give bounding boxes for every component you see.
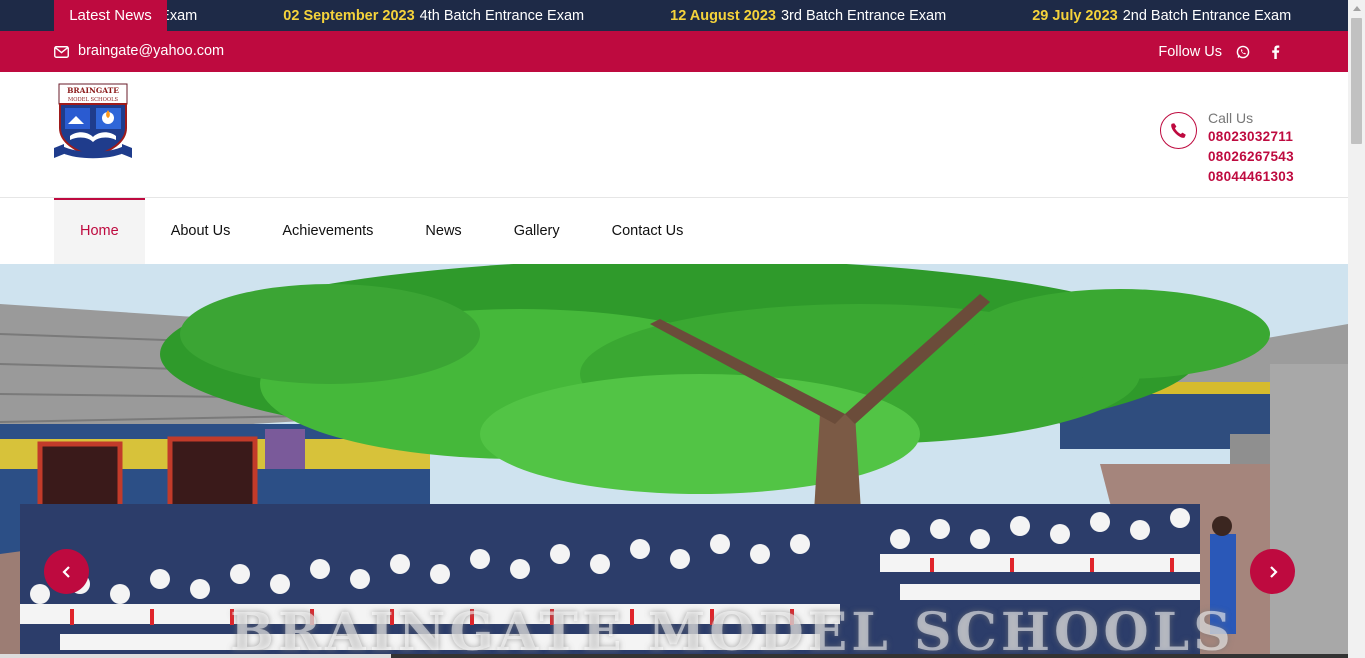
ticker-item-text: Batch Entrance Exam xyxy=(167,8,198,24)
slide-progress-bar xyxy=(0,654,1348,658)
latest-news-label: Latest News xyxy=(54,0,167,31)
scroll-up-arrow[interactable] xyxy=(1348,0,1365,17)
ticker-item-text: 2nd Batch Entrance Exam xyxy=(1122,8,1292,24)
phone-number[interactable]: 08023032711 xyxy=(1208,127,1294,147)
main-nav: Home About Us Achievements News Gallery … xyxy=(0,198,1348,264)
ticker-item[interactable]: 12 August 2023 3rd Batch Entrance Exam xyxy=(670,0,946,31)
chevron-left-icon xyxy=(61,565,70,578)
call-us-label: Call Us xyxy=(1208,110,1254,126)
nav-item-gallery[interactable]: Gallery xyxy=(488,198,586,264)
nav-item-about-us[interactable]: About Us xyxy=(145,198,257,264)
slide-progress-fill xyxy=(0,654,391,658)
whatsapp-icon[interactable] xyxy=(1232,41,1254,63)
ticker-item[interactable]: Batch Entrance Exam xyxy=(167,0,197,31)
nav-item-news[interactable]: News xyxy=(399,198,487,264)
social-links: Follow Us xyxy=(1158,31,1286,72)
follow-us-label: Follow Us xyxy=(1158,43,1222,60)
envelope-icon xyxy=(54,45,69,58)
ticker-item-text: 3rd Batch Entrance Exam xyxy=(780,8,947,24)
ticker-track: Batch Entrance Exam 02 September 20234th… xyxy=(167,0,1348,31)
ticker-item-text: 4th Batch Entrance Exam xyxy=(419,8,585,24)
page-scrollbar[interactable] xyxy=(1348,0,1365,658)
hero-slide-image xyxy=(0,264,1348,658)
nav-item-home[interactable]: Home xyxy=(54,198,145,264)
nav-item-contact-us[interactable]: Contact Us xyxy=(586,198,710,264)
contact-bar: braingate@yahoo.com Follow Us xyxy=(0,31,1348,72)
email-address: braingate@yahoo.com xyxy=(78,43,225,59)
ticker-item-date: 12 August 2023 xyxy=(670,8,776,24)
slider-prev-button[interactable] xyxy=(44,549,89,594)
hero-slider: BRAINGATE MODEL SCHOOLS xyxy=(0,264,1348,658)
facebook-icon[interactable] xyxy=(1264,41,1286,63)
ticker-item-date: 29 July 2023 xyxy=(1032,8,1118,24)
phone-number[interactable]: 08026267543 xyxy=(1208,147,1294,167)
phone-icon xyxy=(1160,112,1197,149)
ticker-item-date: 02 September 2023 xyxy=(283,8,415,24)
chevron-right-icon xyxy=(1269,565,1278,578)
ticker-item[interactable]: 02 September 2023 4th Batch Entrance Exam xyxy=(283,0,584,31)
nav-item-achievements[interactable]: Achievements xyxy=(256,198,399,264)
slider-next-button[interactable] xyxy=(1250,549,1295,594)
logo-text-top: BRAINGATE xyxy=(67,86,119,95)
email-link[interactable]: braingate@yahoo.com xyxy=(54,31,224,72)
news-ticker: Latest News Batch Entrance Exam 02 Septe… xyxy=(0,0,1348,31)
school-logo[interactable]: BRAINGATE MODEL SCHOOLS xyxy=(54,82,132,160)
hero-overlay-text: BRAINGATE MODEL SCHOOLS xyxy=(230,602,1235,658)
logo-text-sub: MODEL SCHOOLS xyxy=(68,97,119,103)
phone-number[interactable]: 08044461303 xyxy=(1208,167,1294,187)
scroll-thumb[interactable] xyxy=(1351,18,1362,144)
site-header: BRAINGATE MODEL SCHOOLS Call Us 08023032… xyxy=(0,72,1348,198)
ticker-item[interactable]: 29 July 2023 2nd Batch Entrance Exam xyxy=(1032,0,1291,31)
